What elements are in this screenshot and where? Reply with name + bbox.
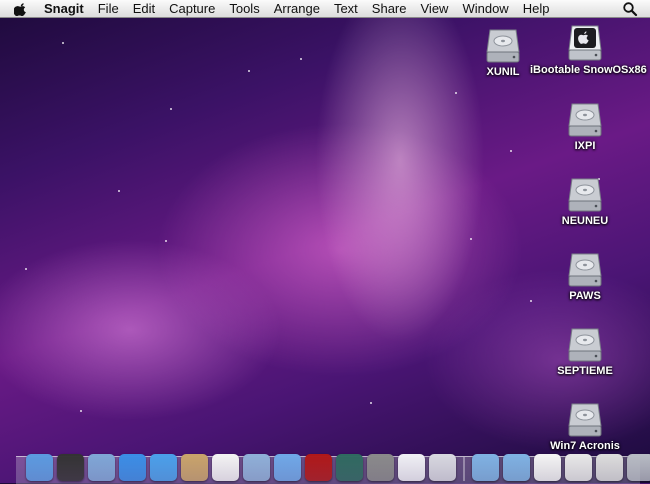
dock-separator — [463, 457, 465, 481]
address-book-icon[interactable] — [181, 454, 208, 481]
menu-app-snagit[interactable]: Snagit — [36, 1, 91, 16]
mail-icon[interactable] — [88, 454, 115, 481]
spotlight-search-icon[interactable] — [622, 1, 638, 17]
apple-logo-icon[interactable] — [14, 2, 28, 16]
desktop-icon-label: NEUNEU — [561, 215, 609, 227]
menu-arrange[interactable]: Arrange — [267, 1, 327, 16]
screenshot-icon[interactable] — [596, 454, 623, 481]
menu-edit[interactable]: Edit — [126, 1, 162, 16]
desktop-drive-neuneu[interactable]: NEUNEU — [530, 175, 640, 227]
applications-folder-icon[interactable] — [472, 454, 499, 481]
star — [300, 58, 302, 60]
trash-icon[interactable] — [627, 454, 650, 481]
hard-drive-icon — [568, 178, 602, 212]
finder-icon[interactable] — [26, 454, 53, 481]
hard-drive-icon — [568, 328, 602, 362]
star — [370, 402, 372, 404]
star — [80, 410, 82, 412]
star — [118, 190, 120, 192]
desktop-icon-label: iBootable SnowOSx86 — [530, 64, 647, 76]
apple-drive-icon — [568, 25, 602, 61]
menu-window[interactable]: Window — [455, 1, 515, 16]
iphoto-icon[interactable] — [243, 454, 270, 481]
desktop-icon-label: IXPI — [574, 140, 596, 152]
menu-capture[interactable]: Capture — [162, 1, 222, 16]
desktop-drive-septieme[interactable]: SEPTIEME — [530, 325, 640, 377]
document-icon[interactable] — [534, 454, 561, 481]
desktop-icon-label: PAWS — [569, 290, 601, 302]
dashboard-icon[interactable] — [57, 454, 84, 481]
hard-drive-icon — [568, 103, 602, 137]
star — [470, 238, 472, 240]
menu-tools[interactable]: Tools — [222, 1, 266, 16]
star — [25, 268, 27, 270]
star — [510, 150, 512, 152]
menu-help[interactable]: Help — [516, 1, 557, 16]
menu-file[interactable]: File — [91, 1, 126, 16]
dock — [26, 447, 650, 481]
star — [455, 92, 457, 94]
hard-drive-icon — [568, 403, 602, 437]
documents-folder-icon[interactable] — [503, 454, 530, 481]
itunes-icon[interactable] — [274, 454, 301, 481]
hard-drive-icon — [486, 29, 520, 63]
safari-icon[interactable] — [119, 454, 146, 481]
star — [62, 42, 64, 44]
time-machine-icon[interactable] — [336, 454, 363, 481]
menu-view[interactable]: View — [414, 1, 456, 16]
menu-text[interactable]: Text — [327, 1, 365, 16]
menu-bar: Snagit File Edit Capture Tools Arrange T… — [0, 0, 650, 18]
system-preferences-icon[interactable] — [367, 454, 394, 481]
screenshot-icon[interactable] — [565, 454, 592, 481]
preview-icon[interactable] — [429, 454, 456, 481]
star — [170, 108, 172, 110]
star — [248, 70, 250, 72]
menu-share[interactable]: Share — [365, 1, 414, 16]
hard-drive-icon — [568, 253, 602, 287]
desktop-drive-win7-acronis[interactable]: Win7 Acronis — [530, 400, 640, 452]
star — [165, 240, 167, 242]
photo-booth-icon[interactable] — [305, 454, 332, 481]
ichat-icon[interactable] — [150, 454, 177, 481]
ical-icon[interactable] — [212, 454, 239, 481]
ralink-utility-icon[interactable] — [398, 454, 425, 481]
desktop-drive-ibootable[interactable]: iBootable SnowOSx86 — [530, 22, 647, 76]
desktop-drive-paws[interactable]: PAWS — [530, 250, 640, 302]
desktop-icon-label: SEPTIEME — [557, 365, 613, 377]
desktop-drive-ixpi[interactable]: IXPI — [530, 100, 640, 152]
